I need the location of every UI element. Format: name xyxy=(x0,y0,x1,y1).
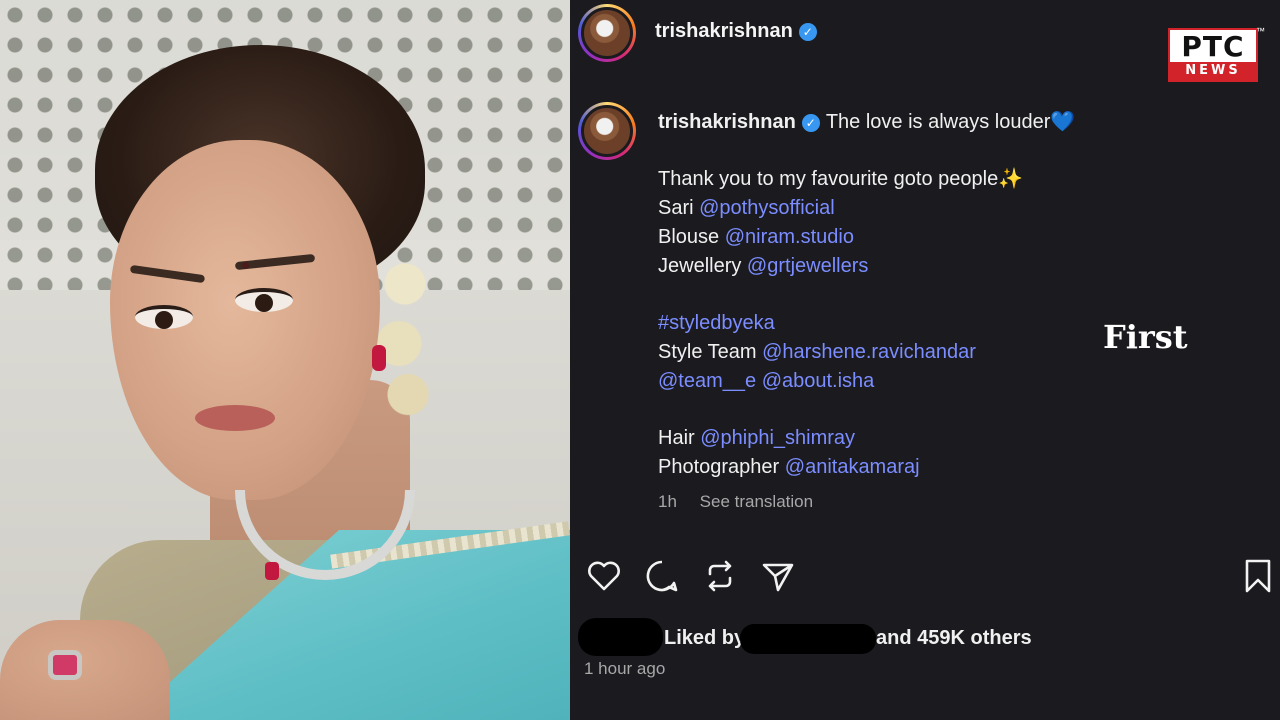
comment-icon[interactable] xyxy=(642,556,682,596)
redacted-avatar-block xyxy=(578,618,663,656)
caption-blouse-label: Blouse xyxy=(658,226,725,248)
photo-ring xyxy=(48,650,82,680)
likes-count[interactable]: and 459K others xyxy=(876,627,1032,650)
mention-anitakamaraj[interactable]: @anitakamaraj xyxy=(785,456,920,478)
verified-badge-icon: ✓ xyxy=(801,113,820,132)
caption-photographer-label: Photographer xyxy=(658,456,785,478)
bookmark-icon[interactable] xyxy=(1238,556,1278,596)
photo-lips xyxy=(195,405,275,431)
photo-bindi xyxy=(242,262,249,269)
caption-username[interactable]: trishakrishnan xyxy=(658,111,796,133)
ptc-logo-tm: ™ xyxy=(1256,26,1265,36)
hashtag-styledbyeka[interactable]: #styledbyeka xyxy=(658,312,775,334)
mention-phiphi[interactable]: @phiphi_shimray xyxy=(700,427,855,449)
ptc-news-logo: PTC NEWS ™ xyxy=(1168,26,1265,82)
redacted-username-block xyxy=(740,624,876,654)
mention-harshene[interactable]: @harshene.ravichandar xyxy=(762,341,976,363)
caption-headline: The love is always louder💙 xyxy=(825,111,1076,133)
instagram-post-panel: trishakrishnan ✓ PTC NEWS ™ trishakrishna… xyxy=(570,0,1280,720)
photo-jasmine-flowers xyxy=(375,250,435,420)
post-actions xyxy=(584,556,1274,596)
ptc-logo-bottom: NEWS xyxy=(1170,62,1256,80)
mention-pothysofficial[interactable]: @pothysofficial xyxy=(699,197,835,219)
liked-by-label: Liked by xyxy=(664,627,746,649)
mention-grtjewellers[interactable]: @grtjewellers xyxy=(747,255,868,277)
mention-niram-studio[interactable]: @niram.studio xyxy=(725,226,854,248)
caption-jewellery-label: Jewellery xyxy=(658,255,747,277)
heart-icon[interactable] xyxy=(584,556,624,596)
portrait-photo xyxy=(0,0,570,720)
send-icon[interactable] xyxy=(758,556,798,596)
caption-sari-label: Sari xyxy=(658,197,700,219)
post-caption: trishakrishnan ✓ The love is always louder… xyxy=(658,108,1258,482)
repost-icon[interactable] xyxy=(700,556,740,596)
photo-earring xyxy=(372,345,386,371)
photo-eye-left xyxy=(135,305,193,329)
header-username[interactable]: trishakrishnan ✓ xyxy=(655,20,817,43)
post-age: 1h xyxy=(658,492,677,511)
mention-team-links[interactable]: @team__e @about.isha xyxy=(658,370,874,392)
caption-hair-label: Hair xyxy=(658,427,701,449)
photo-necklace-pendant xyxy=(265,562,279,580)
header-avatar[interactable] xyxy=(578,4,636,62)
caption-meta: 1h See translation xyxy=(658,492,831,512)
caption-thanks: Thank you to my favourite goto people✨ xyxy=(658,168,1024,190)
post-timestamp: 1 hour ago xyxy=(584,659,666,678)
photo-eye-right xyxy=(235,288,293,312)
photo-hand xyxy=(0,620,170,720)
caption-style-team-label: Style Team xyxy=(658,341,763,363)
verified-badge-icon: ✓ xyxy=(798,22,817,41)
see-translation-link[interactable]: See translation xyxy=(700,492,813,511)
caption-avatar[interactable] xyxy=(578,102,636,160)
ptc-logo-top: PTC xyxy=(1170,30,1256,64)
first-overlay-label: First xyxy=(1103,318,1188,356)
